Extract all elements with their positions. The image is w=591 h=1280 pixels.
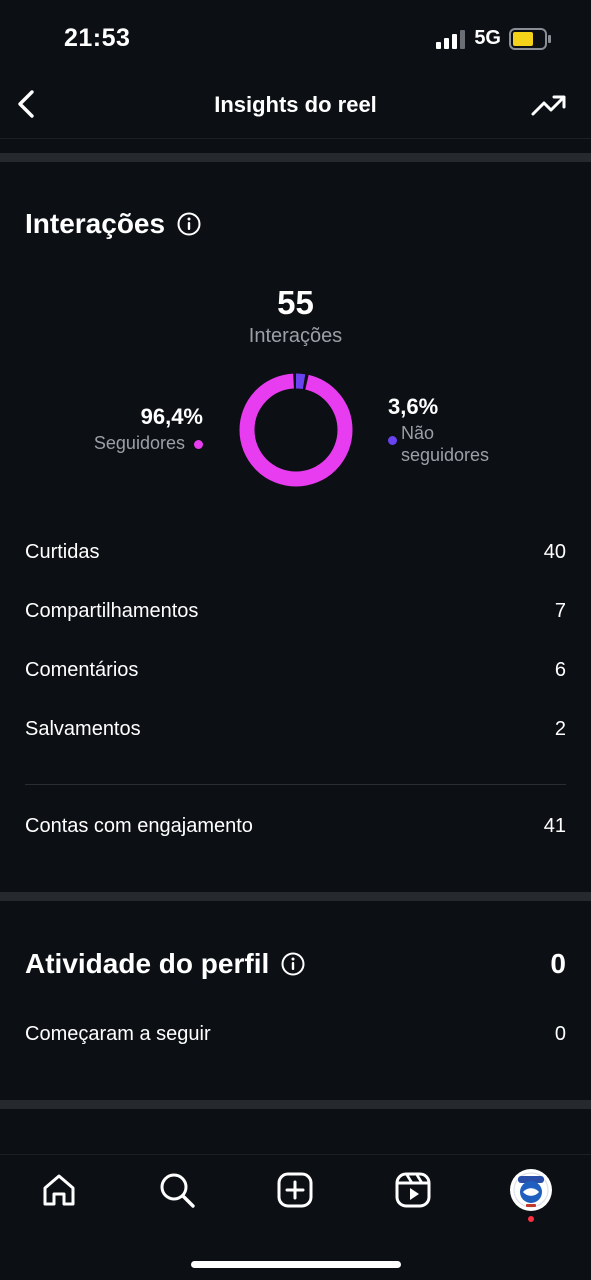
reels-icon[interactable]: [393, 1170, 433, 1210]
interactions-title-text: Interações: [25, 208, 166, 239]
interactions-total-label: Interações: [248, 325, 343, 347]
interactions-donut-chart: [239, 373, 353, 487]
metric-value: 41: [543, 815, 566, 837]
info-icon[interactable]: [281, 952, 305, 976]
metrics-divider: [25, 784, 566, 785]
metric-value: 2: [554, 718, 566, 740]
nonfollowers-label-line1: Não: [401, 423, 435, 443]
metric-row-engaged-accounts: Contas com engajamento 41: [25, 815, 566, 838]
notification-dot: [528, 1216, 534, 1222]
search-icon[interactable]: [157, 1170, 197, 1210]
followers-percent: 96,4%: [140, 404, 203, 429]
home-indicator: [191, 1261, 401, 1268]
interactions-title: Interações: [25, 208, 201, 240]
metric-label: Salvamentos: [25, 718, 141, 740]
profile-avatar[interactable]: [509, 1168, 553, 1224]
section-separator: [0, 1100, 591, 1109]
nonfollowers-label-line2: seguidores: [401, 445, 490, 465]
trending-up-icon[interactable]: [531, 90, 567, 120]
section-separator: [0, 153, 591, 162]
profile-activity-title: Atividade do perfil: [25, 948, 305, 980]
metric-value: 7: [554, 600, 566, 622]
profile-activity-value: 0: [550, 948, 566, 979]
create-icon[interactable]: [275, 1170, 315, 1210]
metric-value: 0: [554, 1023, 566, 1045]
status-time: 21:53: [64, 24, 131, 52]
metric-row-saves: Salvamentos 2: [25, 718, 566, 741]
followers-color-dot: [194, 440, 203, 449]
followers-legend: Seguidores: [94, 432, 203, 454]
metric-row-likes: Curtidas 40: [25, 541, 566, 564]
interactions-total: 55: [277, 284, 314, 321]
metric-label: Compartilhamentos: [25, 600, 199, 622]
signal-icon: [436, 29, 466, 49]
bottom-nav-divider: [0, 1154, 591, 1155]
followers-label: Seguidores: [93, 433, 185, 453]
network-type: 5G: [474, 27, 501, 49]
nonfollowers-percent: 3,6%: [388, 394, 439, 419]
nonfollowers-color-dot: [388, 436, 397, 445]
metric-row-comments: Comentários 6: [25, 659, 566, 682]
home-icon[interactable]: [39, 1170, 79, 1210]
metric-value: 40: [543, 541, 566, 563]
metric-label: Curtidas: [25, 541, 100, 563]
metric-value: 6: [554, 659, 566, 681]
metric-label: Comentários: [25, 659, 139, 681]
followers-stat: 96,4% Seguidores: [94, 404, 203, 454]
info-icon[interactable]: [177, 212, 201, 236]
donut-segment-followers: [239, 373, 353, 487]
metric-row-new-followers: Começaram a seguir 0: [25, 1023, 566, 1046]
metric-row-shares: Compartilhamentos 7: [25, 600, 566, 623]
section-separator: [0, 892, 591, 901]
battery-icon: [509, 27, 551, 50]
nonfollowers-stat: 3,6% Não seguidores: [388, 394, 489, 466]
status-icons: 5G: [436, 27, 551, 50]
page-title: Insights do reel: [214, 92, 377, 117]
metric-label: Contas com engajamento: [25, 815, 253, 837]
metric-label: Começaram a seguir: [25, 1023, 211, 1045]
header-divider: [0, 138, 591, 139]
nonfollowers-legend: Não seguidores: [388, 422, 489, 466]
profile-activity-title-text: Atividade do perfil: [25, 948, 270, 979]
